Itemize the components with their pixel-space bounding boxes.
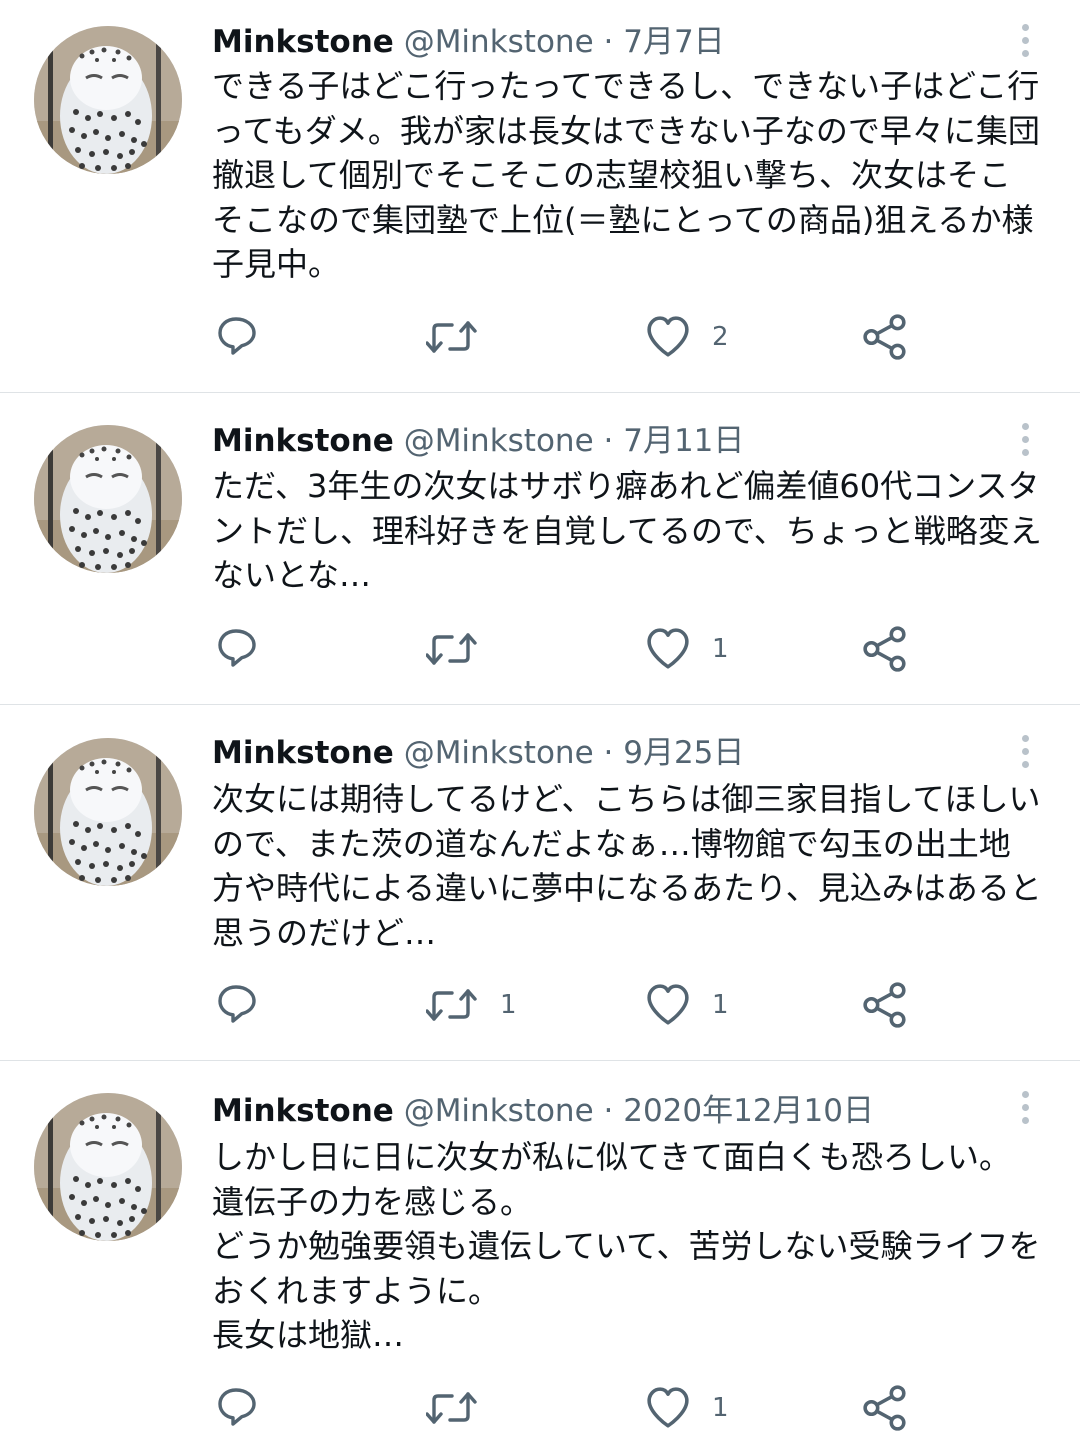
owl-avatar-image [34,738,182,886]
separator: · [603,735,614,771]
more-options-icon[interactable] [1010,16,1040,64]
avatar[interactable] [34,738,182,886]
reply-button[interactable] [216,980,260,1030]
like-button[interactable]: 1 [646,980,729,1030]
tweet-actions: 1 [212,624,952,674]
tweet[interactable]: Minkstone @Minkstone · 2020年12月10日 しかし日に… [0,1061,1080,1450]
like-count: 1 [712,990,729,1020]
display-name[interactable]: Minkstone [212,423,394,459]
like-button[interactable]: 1 [646,1383,729,1433]
retweet-button[interactable] [426,624,500,674]
retweet-button[interactable]: 1 [426,980,517,1030]
more-options-icon[interactable] [1010,415,1040,463]
tweet-text: できる子はどこ行ったってできるし、できない子はどこ行ってもダメ。我が家は長女はで… [212,67,1040,283]
like-count: 1 [712,1393,729,1423]
tweet-actions: 1 [212,1383,952,1433]
tweet-date[interactable]: 9月25日 [623,735,744,771]
share-button[interactable] [862,1383,908,1433]
retweet-icon [426,321,477,353]
tweet-header: Minkstone @Minkstone · 7月7日 [212,18,1010,66]
tweet-text: ただ、3年生の次女はサボり癖あれど偏差値60代コンスタントだし、理科好きを自覚し… [212,467,1042,594]
reply-icon [218,1388,256,1426]
heart-icon [647,628,689,669]
avatar[interactable] [34,425,182,573]
display-name[interactable]: Minkstone [212,24,394,60]
username[interactable]: @Minkstone [404,735,594,771]
reply-icon [218,985,256,1023]
heart-icon [647,984,689,1025]
separator: · [603,24,614,60]
share-icon [863,982,906,1028]
separator: · [603,423,614,459]
reply-icon [218,317,256,355]
more-options-icon[interactable] [1010,727,1040,775]
avatar[interactable] [34,1093,182,1241]
reply-button[interactable] [216,1383,260,1433]
reply-button[interactable] [216,312,260,362]
retweet-button[interactable] [426,312,500,362]
username[interactable]: @Minkstone [404,1093,594,1129]
tweet-date[interactable]: 7月7日 [623,24,724,60]
tweet-date[interactable]: 2020年12月10日 [623,1093,874,1129]
tweet-header: Minkstone @Minkstone · 9月25日 [212,729,1010,777]
tweet[interactable]: Minkstone @Minkstone · 9月25日 次女には期待してるけど… [0,705,1080,1059]
retweet-icon [426,989,477,1021]
tweet[interactable]: Minkstone @Minkstone · 7月7日 できる子はどこ行ったって… [0,0,1080,392]
username[interactable]: @Minkstone [404,24,594,60]
username[interactable]: @Minkstone [404,423,594,459]
retweet-icon [426,633,477,665]
tweet[interactable]: Minkstone @Minkstone · 7月11日 ただ、3年生の次女はサ… [0,393,1080,703]
like-button[interactable]: 1 [646,624,729,674]
separator: · [603,1093,614,1129]
like-button[interactable]: 2 [646,312,729,362]
share-button[interactable] [862,980,908,1030]
tweet-actions: 2 [212,312,952,362]
heart-icon [647,316,689,357]
like-count: 1 [712,634,729,664]
share-icon [863,626,906,672]
tweet-header: Minkstone @Minkstone · 2020年12月10日 [212,1087,1010,1135]
share-icon [863,314,906,360]
more-options-icon[interactable] [1010,1083,1040,1131]
display-name[interactable]: Minkstone [212,735,394,771]
tweet-text: 次女には期待してるけど、こちらは御三家目指してほしいので、また茨の道なんだよなぁ… [212,780,1042,952]
owl-avatar-image [34,425,182,573]
reply-button[interactable] [216,624,260,674]
retweet-button[interactable] [426,1383,500,1433]
share-button[interactable] [862,312,908,362]
avatar[interactable] [34,26,182,174]
display-name[interactable]: Minkstone [212,1093,394,1129]
share-button[interactable] [862,624,908,674]
retweet-count: 1 [500,990,517,1020]
reply-icon [218,629,256,667]
retweet-icon [426,1392,477,1424]
share-icon [863,1385,906,1431]
owl-avatar-image [34,1093,182,1241]
owl-avatar-image [34,26,182,174]
tweet-date[interactable]: 7月11日 [623,423,744,459]
like-count: 2 [712,322,729,352]
tweet-header: Minkstone @Minkstone · 7月11日 [212,417,1010,465]
tweet-actions: 1 1 [212,980,952,1030]
tweet-text: しかし日に日に次女が私に似てきて面白くも恐ろしい。 遺伝子の力を感じる。 どうか… [212,1138,1041,1354]
heart-icon [647,1387,689,1428]
